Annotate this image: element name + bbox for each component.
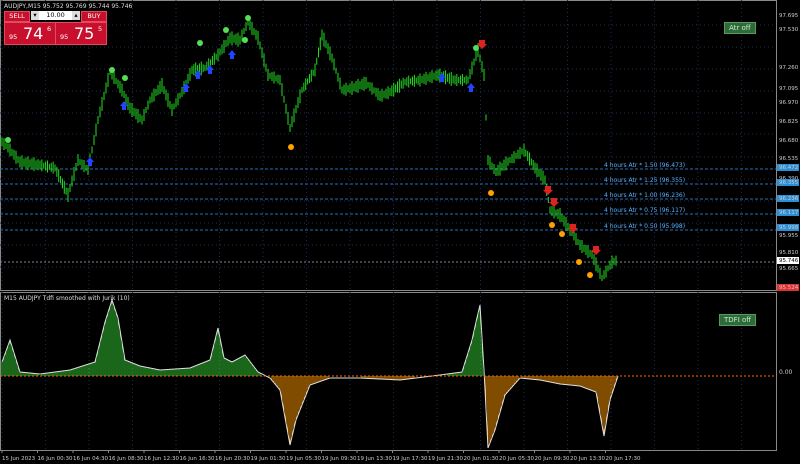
price-axis-label: 95.524 — [779, 285, 799, 291]
sell-arrow-icon — [543, 186, 553, 195]
buy-dot-marker — [245, 15, 251, 21]
buy-dot-marker — [223, 27, 229, 33]
buy-dot-marker — [122, 75, 128, 81]
time-axis-label: 20 Jun 17:30 — [606, 456, 641, 462]
time-axis-label: 16 Jun 16:30 — [180, 456, 215, 462]
buy-arrow-icon — [438, 73, 446, 82]
price-axis-label: 97.530 — [779, 27, 799, 33]
price-axis-label: 96.236 — [779, 196, 799, 202]
svg-text:0.00: 0.00 — [779, 369, 793, 376]
buy-quote-fraction: 5 — [98, 25, 103, 33]
price-axis-label: 97.695 — [779, 13, 799, 19]
sell-dot-marker — [549, 222, 555, 228]
time-axis-label: 15 Jun 2023 — [2, 456, 36, 462]
sell-button[interactable]: SELL — [4, 11, 30, 22]
time-axis-label: 19 Jun 09:30 — [322, 456, 357, 462]
price-axis-label: 95.746 — [779, 258, 799, 264]
tdfi-toggle-button[interactable]: TDFI off — [719, 314, 757, 326]
signal-markers — [5, 15, 601, 278]
atr-toggle-button[interactable]: Atr off — [724, 22, 756, 34]
time-axis-label: 16 Jun 04:30 — [73, 456, 108, 462]
atr-levels: 4 hours Atr * 1.50 (96.473) 4 hours Atr *… — [0, 162, 776, 263]
time-axis-label: 16 Jun 08:30 — [109, 456, 144, 462]
sell-quote-fraction: 6 — [47, 25, 52, 33]
buy-dot-marker — [473, 45, 479, 51]
lot-size-value: 10.00 — [46, 11, 65, 19]
one-click-trade-panel: SELL ▾ 10.00 ▴ BUY 95 74 6 95 75 5 — [4, 11, 107, 45]
lot-size-field[interactable]: ▾ 10.00 ▴ — [31, 11, 80, 20]
buy-quote-prefix: 95 — [60, 33, 69, 41]
tdfi-histogram — [1, 300, 617, 448]
price-axis[interactable]: 97.695 97.530 97.260 97.095 96.970 96.825 96.6… — [777, 13, 799, 291]
sell-dot-marker — [488, 190, 494, 196]
atr-level-label: 4 hours Atr * 1.50 (96.473) — [604, 162, 685, 169]
time-axis[interactable]: 15 Jun 2023 16 Jun 00:30 16 Jun 04:30 16 Ju… — [1, 450, 641, 462]
sell-quote-prefix: 95 — [9, 33, 18, 41]
lot-decrease-button[interactable]: ▾ — [31, 11, 39, 20]
buy-dot-marker — [197, 40, 203, 46]
price-axis-label: 96.355 — [779, 180, 799, 186]
buy-arrow-icon — [86, 157, 94, 166]
price-axis-label: 96.970 — [779, 100, 799, 106]
time-axis-label: 19 Jun 21:30 — [428, 456, 463, 462]
price-axis-label: 95.665 — [779, 266, 799, 272]
atr-level-label: 4 hours Atr * 1.25 (96.355) — [604, 177, 685, 184]
buy-dot-marker — [109, 67, 115, 73]
price-axis-label: 96.680 — [779, 138, 799, 144]
main-chart-frame — [0, 0, 777, 291]
price-axis-label: 95.955 — [779, 233, 799, 239]
time-axis-label: 20 Jun 05:30 — [499, 456, 534, 462]
time-axis-label: 19 Jun 13:30 — [357, 456, 392, 462]
time-axis-label: 20 Jun 01:30 — [464, 456, 499, 462]
window-title: AUDJPY,M15 95.752 95.769 95.744 95.746 — [4, 3, 133, 10]
time-axis-label: 20 Jun 09:30 — [535, 456, 570, 462]
atr-level-label: 4 hours Atr * 1.00 (96.236) — [604, 192, 685, 199]
buy-dot-marker — [242, 37, 248, 43]
price-axis-label: 96.472 — [779, 165, 798, 171]
buy-arrow-icon — [120, 101, 128, 110]
buy-arrow-icon — [228, 50, 236, 59]
sell-dot-marker — [576, 259, 582, 265]
time-axis-label: 19 Jun 05:30 — [286, 456, 321, 462]
price-axis-label: 96.825 — [779, 119, 799, 125]
time-axis-label: 16 Jun 12:30 — [144, 456, 179, 462]
time-axis-label: 16 Jun 00:30 — [38, 456, 73, 462]
indicator-title: M15 AUDJPY Tdfi smoothed with Jurik (10) — [4, 295, 130, 302]
chart-canvas[interactable]: 4 hours Atr * 1.50 (96.473) 4 hours Atr *… — [0, 0, 800, 464]
sell-quote-pips: 74 — [23, 24, 44, 43]
atr-level-label: 4 hours Atr * 0.50 (95.998) — [604, 223, 685, 230]
time-axis-label: 16 Jun 20:30 — [215, 456, 250, 462]
buy-button[interactable]: BUY — [81, 11, 107, 22]
price-axis-label: 96.535 — [779, 156, 799, 162]
sell-quote[interactable]: 95 74 6 — [4, 22, 56, 45]
buy-dot-marker — [5, 137, 11, 143]
time-axis-label: 19 Jun 01:30 — [251, 456, 286, 462]
candles — [0, 18, 617, 281]
zero-axis-tag: 0.00 — [779, 369, 793, 376]
price-axis-label: 97.260 — [779, 65, 799, 71]
buy-quote-pips: 75 — [74, 24, 95, 43]
atr-level-label: 4 hours Atr * 0.75 (96.117) — [604, 207, 685, 214]
time-axis-label: 19 Jun 17:30 — [393, 456, 428, 462]
price-axis-label: 97.095 — [779, 86, 799, 92]
time-axis-label: 20 Jun 13:30 — [570, 456, 605, 462]
lot-increase-button[interactable]: ▴ — [72, 11, 80, 20]
sell-dot-marker — [559, 231, 565, 237]
price-axis-label: 96.117 — [779, 210, 799, 216]
price-axis-label: 95.998 — [779, 225, 799, 231]
sell-dot-marker — [288, 144, 294, 150]
sell-dot-marker — [587, 272, 593, 278]
buy-quote[interactable]: 95 75 5 — [55, 22, 107, 45]
price-axis-label: 95.810 — [779, 250, 799, 256]
